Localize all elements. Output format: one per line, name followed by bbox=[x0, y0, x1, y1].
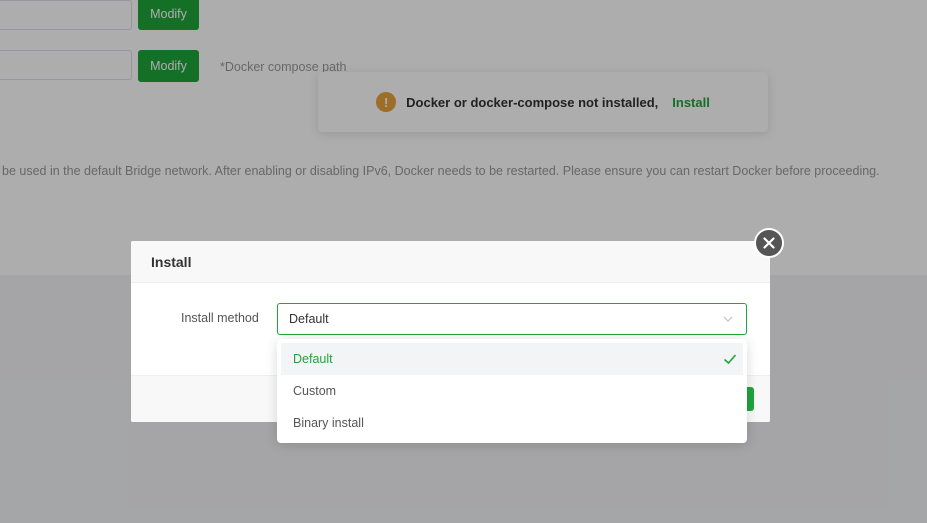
check-icon bbox=[723, 354, 737, 365]
install-method-row: Install method Default bbox=[131, 303, 770, 335]
option-binary-install[interactable]: Binary install bbox=[281, 407, 743, 439]
dialog-title: Install bbox=[131, 241, 770, 283]
install-method-dropdown: Default Custom Binary install bbox=[277, 339, 747, 443]
close-dialog-button[interactable] bbox=[754, 228, 784, 258]
install-method-label: Install method bbox=[181, 311, 259, 325]
install-method-select[interactable]: Default bbox=[277, 303, 747, 335]
selected-value: Default bbox=[289, 312, 329, 326]
close-icon bbox=[763, 237, 775, 249]
chevron-down-icon bbox=[723, 316, 733, 322]
option-label: Default bbox=[293, 352, 333, 366]
option-custom[interactable]: Custom bbox=[281, 375, 743, 407]
option-default[interactable]: Default bbox=[281, 343, 743, 375]
option-label: Custom bbox=[293, 384, 337, 398]
option-label: Binary install bbox=[293, 416, 364, 430]
